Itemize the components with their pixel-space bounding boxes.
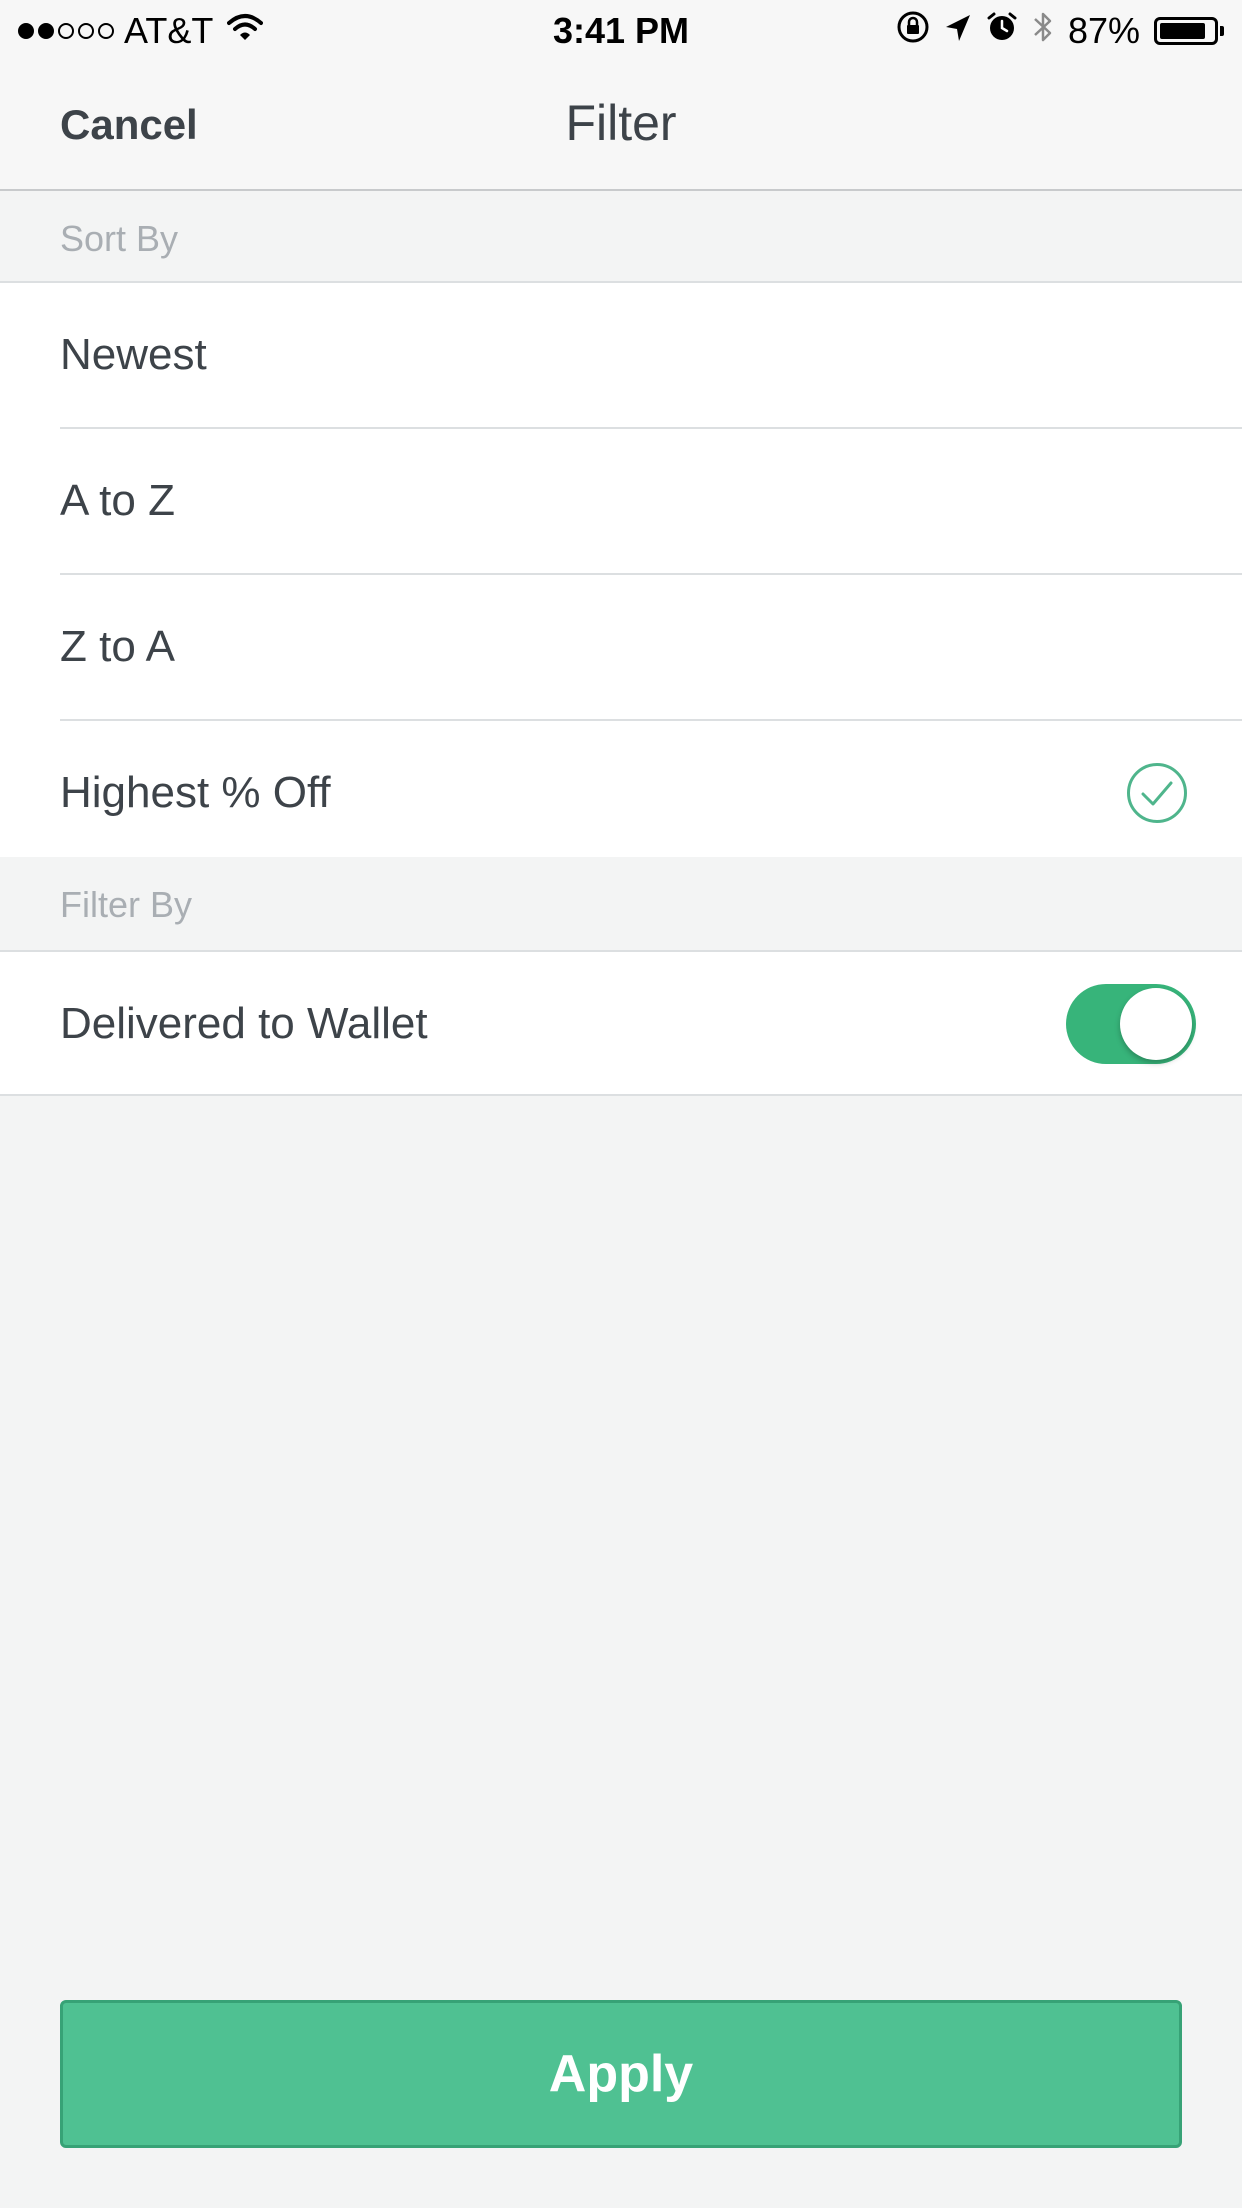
battery-icon [1154,17,1224,45]
alarm-icon [986,10,1018,52]
delivered-to-wallet-toggle[interactable] [1066,984,1196,1064]
sort-option-label: Z to A [60,622,175,671]
sort-option-newest[interactable]: Newest [60,283,1242,427]
filter-options-list: Delivered to Wallet [0,950,1242,1096]
sort-option-label: Highest % Off [60,768,331,817]
sort-option-z-to-a[interactable]: Z to A [60,573,1242,719]
apply-button[interactable]: Apply [60,2000,1182,2148]
location-arrow-icon [944,10,972,52]
filter-by-header: Filter By [0,857,1242,951]
filter-option-delivered-to-wallet: Delivered to Wallet [60,952,1242,1096]
filter-option-label: Delivered to Wallet [60,999,428,1048]
sort-option-a-to-z[interactable]: A to Z [60,427,1242,573]
sort-option-label: A to Z [60,476,175,525]
nav-bar: Cancel Filter [0,62,1242,191]
sort-option-highest-off[interactable]: Highest % Off [60,719,1242,865]
battery-percent: 87% [1067,10,1140,51]
status-bar-right: 87% [896,8,1224,54]
sort-options-list: Newest A to Z Z to A Highest % Off [0,281,1242,859]
sort-option-label: Newest [60,330,207,379]
page-title: Filter [565,95,677,151]
checkmark-circle-icon [1127,763,1187,823]
bluetooth-icon [1032,9,1054,54]
rotation-lock-icon [896,10,930,53]
toggle-knob [1120,988,1192,1060]
sort-by-header: Sort By [0,191,1242,283]
status-bar: AT&T 3:41 PM 87% [0,0,1242,62]
